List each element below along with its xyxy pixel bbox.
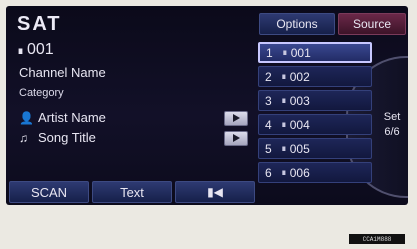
channel-icon: ∎ [281,167,287,177]
image-code-tag: CCA1M888 [349,234,405,244]
source-button[interactable]: Source [338,13,406,35]
preset-button-3[interactable]: 3 ∎ 003 [258,90,372,111]
text-button[interactable]: Text [92,181,172,203]
channel-icon: ∎ [281,71,287,81]
artist-name: Artist Name [38,110,106,125]
preset-button-6[interactable]: 6 ∎ 006 [258,162,372,183]
set-page: 6/6 [384,126,400,138]
note-icon: ♫ [19,130,28,145]
channel-number: ∎ 001 [17,41,54,59]
mute-button[interactable]: ▮◀ [175,181,255,203]
channel-number-value: 001 [27,41,54,58]
channel-icon: ∎ [281,143,287,153]
set-indicator[interactable]: Set 6/6 [377,110,407,140]
song-play-button[interactable] [224,131,248,146]
bottom-toolbar: SCAN Text ▮◀ [9,181,255,203]
audio-screen: SAT ∎ 001 Channel Name Category 👤 Artist … [6,6,408,205]
category-label: Category [19,87,64,99]
set-label: Set [383,111,401,123]
preset-list: 1 ∎ 001 2 ∎ 002 3 ∎ 003 4 ∎ 004 5 ∎ 005 … [258,42,372,186]
channel-icon: ∎ [17,45,24,57]
channel-icon: ∎ [281,119,287,129]
person-icon: 👤 [19,110,34,125]
preset-button-5[interactable]: 5 ∎ 005 [258,138,372,159]
channel-icon: ∎ [282,47,288,57]
song-row: ♫ Song Title [19,130,96,145]
options-button[interactable]: Options [259,13,335,35]
channel-name: Channel Name [19,65,106,80]
speaker-mute-icon: ▮◀ [207,185,223,199]
source-title: SAT [17,13,62,35]
artist-row: 👤 Artist Name [19,110,106,125]
preset-button-4[interactable]: 4 ∎ 004 [258,114,372,135]
preset-button-1[interactable]: 1 ∎ 001 [258,42,372,63]
channel-icon: ∎ [281,95,287,105]
artist-play-button[interactable] [224,111,248,126]
scan-button[interactable]: SCAN [9,181,89,203]
song-title: Song Title [38,130,96,145]
preset-button-2[interactable]: 2 ∎ 002 [258,66,372,87]
